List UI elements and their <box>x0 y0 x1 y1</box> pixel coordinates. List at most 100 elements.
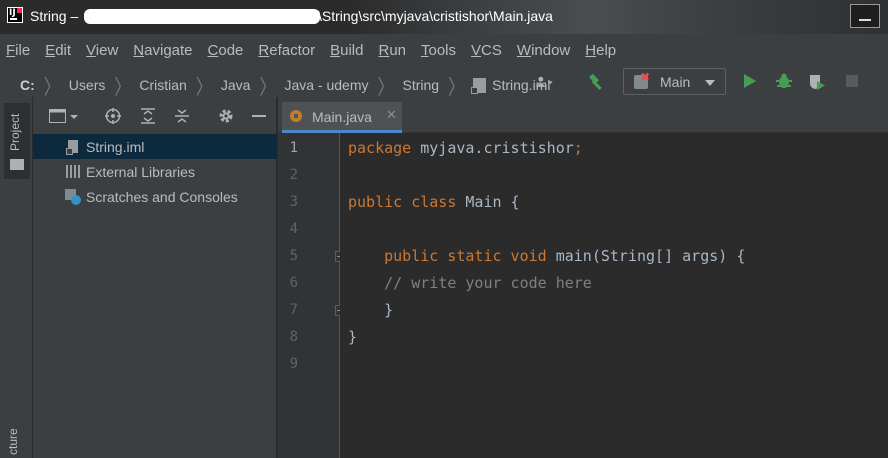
library-icon <box>65 164 81 180</box>
menu-item-vcs[interactable]: VCS <box>471 42 502 59</box>
menu-mnemonic: T <box>421 42 429 59</box>
breadcrumb: C: 〉 Users 〉 Cristian 〉 Java 〉 Java - udemy 〉 Stri… <box>20 73 550 99</box>
menu-item-file[interactable]: File <box>6 42 30 59</box>
run-configuration-select[interactable]: ✖ Main <box>623 68 726 95</box>
code-line-5: public static void main(String[] args) { <box>348 247 745 265</box>
tree-item-label: String.iml <box>86 138 145 155</box>
tree-item[interactable]: Scratches and Consoles <box>33 184 277 209</box>
breadcrumb-separator-icon: 〉 <box>448 77 465 100</box>
breadcrumb-item[interactable]: String <box>403 77 440 93</box>
project-panel: String.iml External Libraries Scratches an… <box>33 97 277 458</box>
minimize-button[interactable] <box>850 4 880 28</box>
hammer-icon[interactable] <box>588 73 606 91</box>
intellij-logo-icon: IJ <box>7 7 23 23</box>
error-mark-icon: ✖ <box>640 70 651 84</box>
keyword: public class <box>348 193 457 211</box>
project-tool-button[interactable]: Project <box>4 103 30 179</box>
project-panel-toolbar <box>33 97 277 134</box>
code-line-7: } <box>348 301 393 319</box>
editor-gutter: 1 2 3 4 5 6 7 8 9 <box>278 133 344 458</box>
menu-mnemonic: V <box>471 42 482 59</box>
semicolon: ; <box>573 139 583 157</box>
menu-label-rest: uild <box>340 42 364 59</box>
window-title-prefix: String – <box>30 8 79 24</box>
view-mode-icon[interactable] <box>49 109 79 123</box>
keyword: package <box>348 139 412 157</box>
tree-item[interactable]: String.iml <box>33 134 277 159</box>
project-tool-label: Project <box>8 113 22 151</box>
breadcrumb-item[interactable]: Cristian <box>139 77 186 93</box>
menu-item-view[interactable]: View <box>86 42 118 59</box>
collapse-all-icon[interactable] <box>174 108 190 124</box>
menu-item-navigate[interactable]: Navigate <box>133 42 192 59</box>
menu-item-build[interactable]: Build <box>330 42 363 59</box>
menu-label-rest: indow <box>531 42 571 59</box>
breadcrumb-item[interactable]: Java <box>221 77 251 93</box>
menu-label-rest: iew <box>95 42 119 59</box>
gear-icon[interactable] <box>218 108 234 124</box>
breadcrumb-item[interactable]: C: <box>20 77 35 93</box>
menu-label-rest: un <box>389 42 406 59</box>
breadcrumb-separator-icon: 〉 <box>43 77 60 100</box>
breadcrumb-item[interactable]: Java - udemy <box>284 77 368 93</box>
menu-item-window[interactable]: Window <box>517 42 570 59</box>
menu-label-rest: efactor <box>269 42 316 59</box>
breadcrumb-separator-icon: 〉 <box>259 77 276 100</box>
keyword: public static void <box>384 247 547 265</box>
menu-bar: File Edit View Navigate Code Refactor Build Run… <box>0 34 888 67</box>
menu-label-rest: avigate <box>144 42 193 59</box>
line-number: 7 <box>289 302 298 318</box>
user-icon[interactable] <box>536 74 554 90</box>
menu-mnemonic: C <box>207 42 219 59</box>
code-line-3: public class Main { <box>348 193 520 211</box>
menu-item-run[interactable]: Run <box>378 42 406 59</box>
stop-icon[interactable] <box>846 75 858 87</box>
tree-item[interactable]: External Libraries <box>33 159 277 184</box>
file-icon <box>65 139 81 155</box>
editor-tab-bar: Main.java ✕ <box>278 97 888 133</box>
line-number: 6 <box>289 275 298 291</box>
run-configuration-label: Main <box>660 74 691 90</box>
menu-item-code[interactable]: Code <box>208 42 244 59</box>
run-icon[interactable] <box>744 74 756 88</box>
tab-label: Main.java <box>312 109 372 125</box>
menu-mnemonic: W <box>516 42 532 59</box>
breadcrumb-separator-icon: 〉 <box>377 77 394 100</box>
structure-tool-label[interactable]: cture <box>6 428 20 455</box>
menu-item-edit[interactable]: Edit <box>45 42 71 59</box>
package-name: myjava.cristishor <box>411 139 574 157</box>
menu-label-rest: dit <box>55 42 72 59</box>
line-number: 8 <box>289 329 298 345</box>
locate-icon[interactable] <box>105 108 121 124</box>
line-number: 9 <box>289 356 298 372</box>
line-number: 2 <box>289 167 298 183</box>
code-editor[interactable]: package myjava.cristishor; public class … <box>340 133 888 458</box>
chevron-down-icon <box>705 80 715 86</box>
close-icon[interactable]: ✕ <box>386 107 397 123</box>
menu-mnemonic: H <box>585 42 597 59</box>
hide-panel-icon[interactable] <box>251 108 267 124</box>
left-tool-strip: Project cture <box>0 97 33 458</box>
menu-item-refactor[interactable]: Refactor <box>258 42 315 59</box>
debug-icon[interactable] <box>776 73 792 89</box>
scratch-icon <box>65 188 81 205</box>
tab-main-java[interactable]: Main.java ✕ <box>282 102 402 133</box>
coverage-icon[interactable] <box>808 73 826 91</box>
line-number: 4 <box>289 221 298 237</box>
redacted-path-block <box>84 9 320 24</box>
menu-item-tools[interactable]: Tools <box>421 42 456 59</box>
breadcrumb-item[interactable]: Users <box>69 77 106 93</box>
menu-mnemonic: E <box>45 42 56 59</box>
line-number: 3 <box>289 194 298 210</box>
closing-brace: } <box>348 328 358 346</box>
menu-mnemonic: V <box>86 42 96 59</box>
menu-mnemonic: F <box>6 42 16 59</box>
method-declaration: main(String[] args) { <box>546 247 746 265</box>
menu-label-rest: ools <box>428 42 457 59</box>
expand-all-icon[interactable] <box>140 108 156 124</box>
menu-label-rest: elp <box>596 42 617 59</box>
menu-item-help[interactable]: Help <box>585 42 616 59</box>
breadcrumb-separator-icon: 〉 <box>195 77 212 100</box>
code-line-1: package myjava.cristishor; <box>348 139 583 157</box>
menu-label-rest: ode <box>218 42 244 59</box>
